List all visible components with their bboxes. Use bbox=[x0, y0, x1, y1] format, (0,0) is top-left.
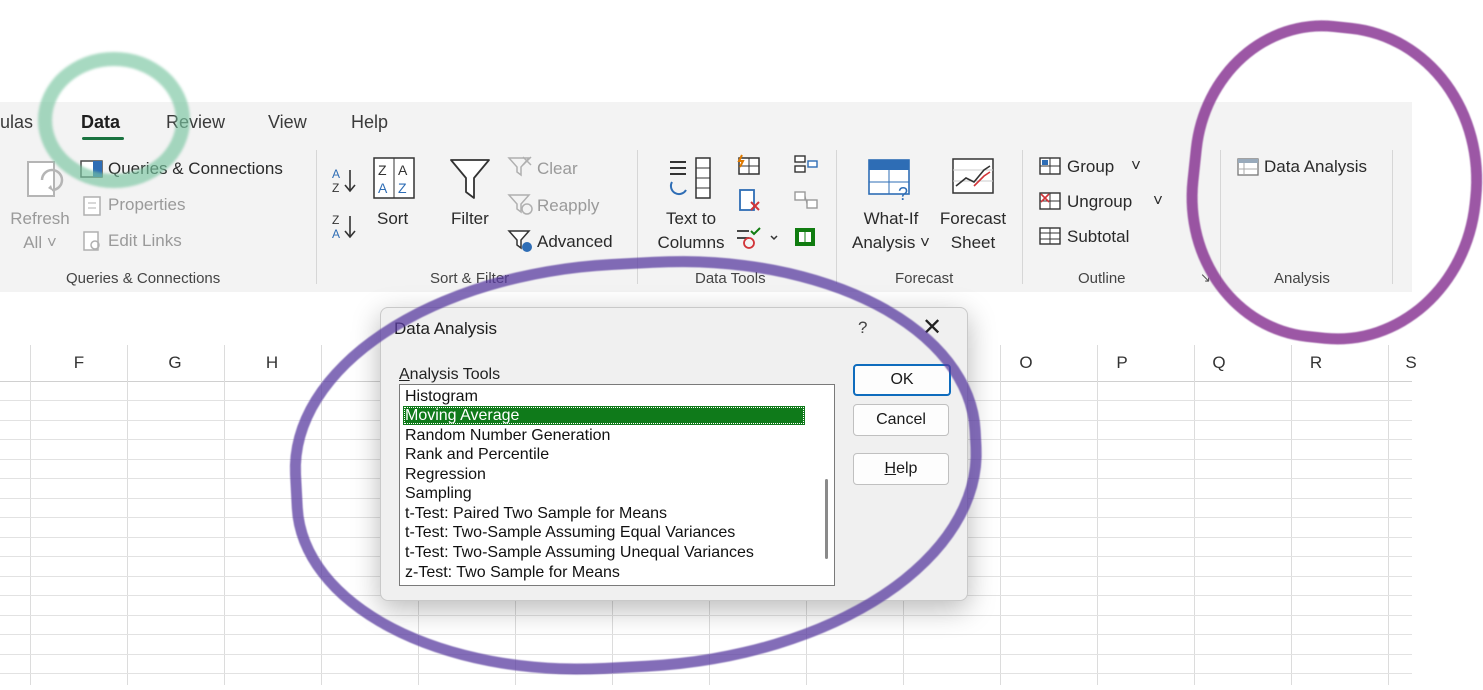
column-header-h[interactable]: H bbox=[257, 353, 287, 373]
edit-links-icon bbox=[83, 231, 100, 251]
highlight-circle-analysis bbox=[1171, 7, 1483, 359]
relationships-icon[interactable] bbox=[793, 190, 819, 212]
column-header-g[interactable]: G bbox=[160, 353, 190, 373]
sort-label: Sort bbox=[377, 209, 409, 228]
reapply-button[interactable]: Reapply bbox=[537, 196, 599, 216]
outline-group-label: Outline bbox=[1078, 270, 1126, 287]
consolidate-icon[interactable] bbox=[793, 154, 819, 176]
sort-ascending-icon[interactable]: A Z bbox=[330, 166, 362, 194]
edit-links-button[interactable]: Edit Links bbox=[108, 231, 182, 251]
what-if-analysis-icon: ? bbox=[868, 159, 910, 202]
what-if-label: What-If Analysis ˅ bbox=[852, 209, 930, 252]
svg-text:?: ? bbox=[898, 184, 908, 202]
column-header-q[interactable]: Q bbox=[1204, 353, 1234, 373]
svg-text:Z: Z bbox=[332, 213, 339, 227]
manage-data-model-icon[interactable] bbox=[793, 224, 819, 250]
forecast-group-label: Forecast bbox=[895, 270, 954, 287]
group-divider bbox=[316, 150, 317, 284]
remove-duplicates-icon[interactable] bbox=[737, 188, 763, 214]
queries-group-label: Queries & Connections bbox=[66, 270, 221, 287]
text-to-columns-label: Text to Columns bbox=[657, 209, 725, 252]
sort-descending-icon[interactable]: Z A bbox=[330, 212, 362, 242]
subtotal-button[interactable]: Subtotal bbox=[1067, 227, 1129, 247]
svg-text:Z: Z bbox=[378, 162, 387, 178]
column-header-r[interactable]: R bbox=[1301, 353, 1331, 373]
sort-icon: Z A A Z bbox=[373, 157, 415, 199]
ungroup-button[interactable]: Ungroup bbox=[1067, 192, 1132, 212]
reapply-icon bbox=[507, 194, 533, 215]
advanced-filter-icon bbox=[507, 230, 532, 252]
clear-button[interactable]: Clear bbox=[537, 159, 578, 179]
svg-text:A: A bbox=[398, 162, 408, 178]
refresh-label: Refresh All ˅ bbox=[10, 209, 70, 252]
svg-text:A: A bbox=[332, 167, 340, 181]
group-divider bbox=[1022, 150, 1023, 284]
group-icon bbox=[1039, 157, 1061, 175]
tab-formulas[interactable]: ulas bbox=[0, 112, 33, 133]
filter-label: Filter bbox=[451, 209, 489, 228]
svg-text:Z: Z bbox=[398, 180, 407, 196]
text-to-columns-icon bbox=[669, 157, 711, 199]
tab-help[interactable]: Help bbox=[351, 112, 388, 133]
svg-text:A: A bbox=[378, 180, 388, 196]
ungroup-dropdown-chevron-icon[interactable]: ˅ bbox=[1153, 191, 1163, 211]
grid-row-line bbox=[0, 673, 1412, 674]
column-header-s[interactable]: S bbox=[1396, 353, 1426, 373]
highlight-circle-data-tab bbox=[38, 52, 190, 188]
properties-button[interactable]: Properties bbox=[108, 195, 185, 215]
advanced-button[interactable]: Advanced bbox=[537, 232, 613, 252]
filter-icon bbox=[450, 159, 490, 199]
forecast-sheet-label: Forecast Sheet bbox=[939, 209, 1007, 252]
group-divider bbox=[836, 150, 837, 284]
column-header-o[interactable]: O bbox=[1011, 353, 1041, 373]
ungroup-icon bbox=[1039, 192, 1061, 210]
column-header-f[interactable]: F bbox=[64, 353, 94, 373]
svg-text:A: A bbox=[332, 227, 340, 241]
data-validation-icon[interactable] bbox=[735, 225, 779, 251]
svg-text:Z: Z bbox=[332, 181, 339, 194]
subtotal-icon bbox=[1039, 227, 1061, 245]
clear-filter-icon bbox=[507, 156, 532, 177]
group-dropdown-chevron-icon[interactable]: ˅ bbox=[1131, 156, 1141, 176]
column-header-p[interactable]: P bbox=[1107, 353, 1137, 373]
forecast-sheet-icon bbox=[952, 158, 994, 194]
tab-view[interactable]: View bbox=[268, 112, 307, 133]
flash-fill-icon[interactable] bbox=[736, 154, 762, 178]
properties-icon bbox=[83, 196, 101, 216]
group-button[interactable]: Group bbox=[1067, 157, 1114, 177]
